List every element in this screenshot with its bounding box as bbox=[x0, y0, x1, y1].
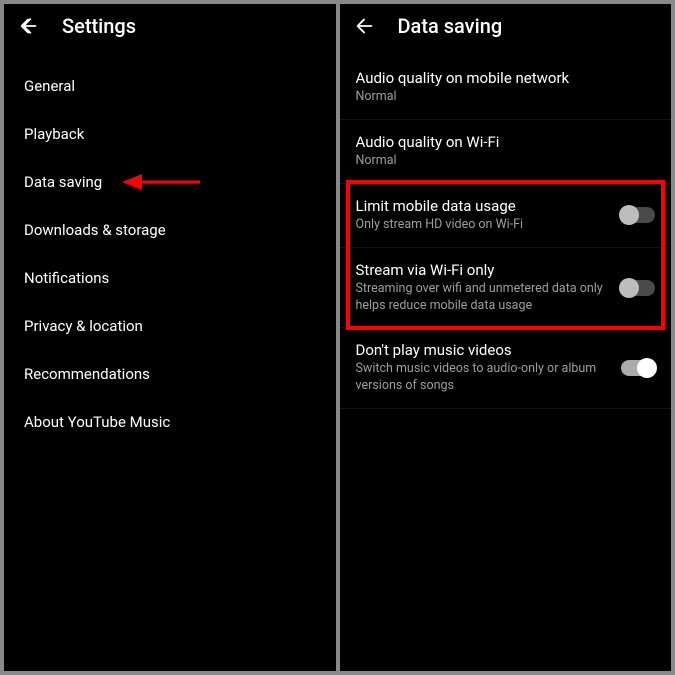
menu-item-recommendations[interactable]: Recommendations bbox=[4, 350, 336, 398]
setting-subtitle: Normal bbox=[356, 89, 656, 106]
setting-subtitle: Only stream HD video on Wi-Fi bbox=[356, 217, 612, 234]
annotation-arrow-icon bbox=[122, 171, 200, 193]
setting-title: Limit mobile data usage bbox=[356, 197, 612, 215]
page-title: Data saving bbox=[398, 14, 503, 38]
settings-header: Settings bbox=[4, 4, 336, 52]
toggle-limit-mobile-data[interactable] bbox=[621, 207, 655, 223]
setting-subtitle: Switch music videos to audio-only or alb… bbox=[356, 361, 612, 395]
menu-item-downloads[interactable]: Downloads & storage bbox=[4, 206, 336, 254]
data-saving-list: Audio quality on mobile network Normal A… bbox=[340, 52, 672, 409]
setting-subtitle: Normal bbox=[356, 153, 656, 170]
setting-text: Don't play music videos Switch music vid… bbox=[356, 341, 612, 395]
setting-text: Limit mobile data usage Only stream HD v… bbox=[356, 197, 612, 234]
setting-title: Audio quality on Wi-Fi bbox=[356, 133, 656, 151]
setting-title: Don't play music videos bbox=[356, 341, 612, 359]
toggle-dont-play-videos[interactable] bbox=[621, 360, 655, 376]
setting-title: Audio quality on mobile network bbox=[356, 69, 656, 87]
setting-title: Stream via Wi-Fi only bbox=[356, 261, 612, 279]
setting-limit-mobile-data[interactable]: Limit mobile data usage Only stream HD v… bbox=[340, 184, 672, 248]
menu-item-notifications[interactable]: Notifications bbox=[4, 254, 336, 302]
back-arrow-icon[interactable] bbox=[352, 14, 376, 38]
setting-text: Audio quality on mobile network Normal bbox=[356, 69, 656, 106]
menu-item-label: Data saving bbox=[24, 173, 102, 191]
setting-audio-quality-mobile[interactable]: Audio quality on mobile network Normal bbox=[340, 56, 672, 120]
setting-subtitle: Streaming over wifi and unmetered data o… bbox=[356, 281, 612, 315]
setting-stream-wifi-only[interactable]: Stream via Wi-Fi only Streaming over wif… bbox=[340, 248, 672, 329]
setting-text: Audio quality on Wi-Fi Normal bbox=[356, 133, 656, 170]
toggle-stream-wifi-only[interactable] bbox=[621, 280, 655, 296]
data-saving-panel: Data saving Audio quality on mobile netw… bbox=[340, 4, 672, 671]
back-arrow-icon[interactable] bbox=[16, 14, 40, 38]
menu-item-general[interactable]: General bbox=[4, 62, 336, 110]
setting-text: Stream via Wi-Fi only Streaming over wif… bbox=[356, 261, 612, 315]
settings-panel: Settings General Playback Data saving Do… bbox=[4, 4, 336, 671]
data-saving-header: Data saving bbox=[340, 4, 672, 52]
menu-item-privacy[interactable]: Privacy & location bbox=[4, 302, 336, 350]
page-title: Settings bbox=[62, 14, 136, 38]
menu-item-data-saving[interactable]: Data saving bbox=[4, 158, 336, 206]
setting-dont-play-videos[interactable]: Don't play music videos Switch music vid… bbox=[340, 328, 672, 409]
setting-audio-quality-wifi[interactable]: Audio quality on Wi-Fi Normal bbox=[340, 120, 672, 184]
settings-menu: General Playback Data saving Downloads &… bbox=[4, 52, 336, 456]
menu-item-playback[interactable]: Playback bbox=[4, 110, 336, 158]
menu-item-about[interactable]: About YouTube Music bbox=[4, 398, 336, 446]
